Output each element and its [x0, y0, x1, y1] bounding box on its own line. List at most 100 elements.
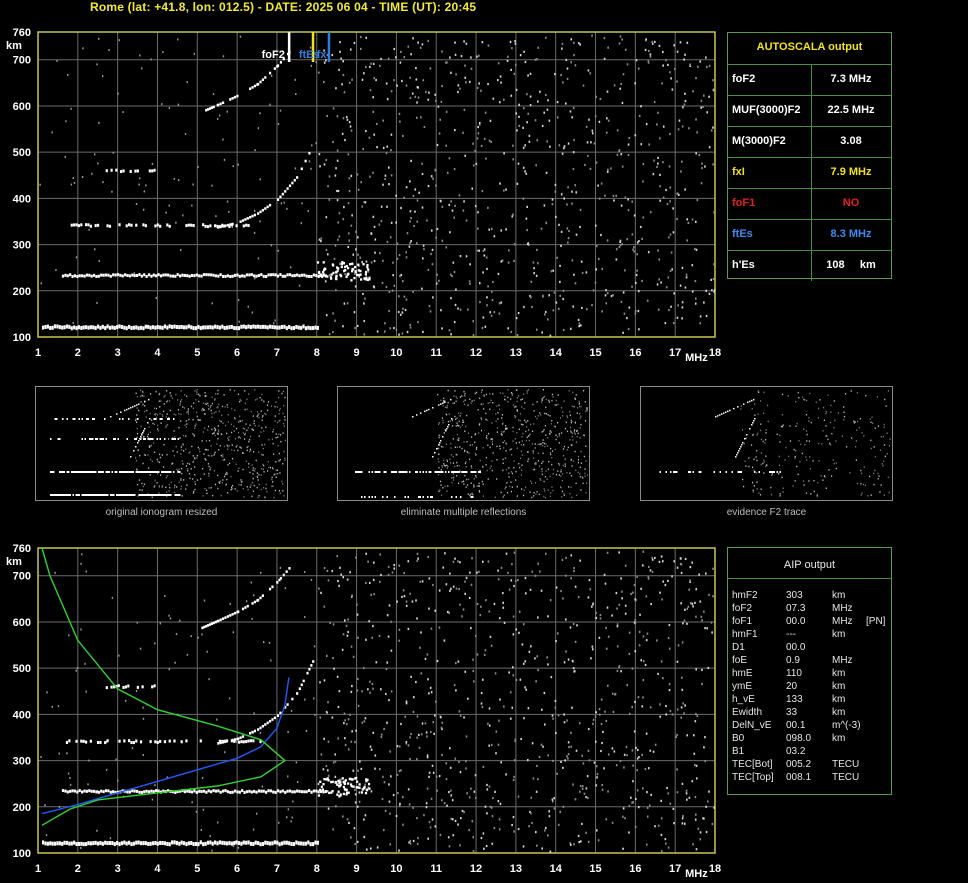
speckle [370, 62, 372, 65]
speckle [489, 119, 492, 122]
px [263, 464, 265, 467]
speckle [517, 795, 520, 798]
px [507, 396, 509, 399]
px [210, 404, 212, 407]
trace-f2-trace-x [237, 737, 240, 741]
trace-f2-trace-o [279, 61, 283, 64]
px [440, 471, 442, 473]
trace-f2-trace-x [241, 219, 245, 222]
speckle [449, 589, 451, 592]
speckle [692, 605, 694, 608]
speckle [215, 215, 217, 218]
speckle [673, 44, 676, 47]
speckle [676, 660, 679, 663]
px [503, 430, 505, 432]
px [825, 412, 827, 415]
speckle [372, 96, 374, 99]
px [259, 396, 261, 399]
px [185, 465, 188, 467]
px [361, 471, 363, 473]
trace-f-echo-230 [200, 274, 203, 278]
px [401, 471, 403, 473]
px [101, 494, 103, 496]
trace-cluster [335, 275, 338, 278]
px [536, 491, 538, 493]
px [886, 452, 888, 455]
speckle [597, 184, 599, 187]
px [160, 474, 162, 476]
speckle [566, 67, 569, 70]
px [275, 436, 277, 439]
speckle [342, 815, 344, 818]
px [261, 399, 263, 401]
speckle [482, 249, 485, 253]
speckle [620, 577, 622, 580]
trace-3rd-hop [141, 685, 144, 689]
px [499, 392, 501, 394]
speckle [421, 722, 424, 725]
speckle [434, 825, 437, 828]
px [179, 402, 181, 405]
px [463, 400, 465, 403]
speckle [255, 812, 258, 815]
speckle [672, 807, 675, 811]
speckle [667, 276, 670, 279]
speckle [353, 827, 356, 830]
speckle [526, 205, 528, 208]
speckle [342, 73, 345, 77]
px [148, 398, 150, 401]
px [258, 416, 260, 419]
trace-es [259, 842, 262, 847]
px [460, 412, 462, 414]
px [210, 445, 212, 447]
speckle [426, 653, 429, 656]
px [455, 496, 457, 498]
px [219, 445, 221, 447]
speckle [327, 807, 330, 810]
speckle [364, 814, 367, 817]
trace-f-echo-230 [135, 789, 139, 793]
px [264, 412, 266, 415]
px [62, 418, 64, 420]
px [579, 437, 581, 439]
px [174, 486, 176, 489]
speckle [647, 565, 650, 569]
trace-f2-trace-o [288, 567, 291, 570]
px [150, 445, 152, 447]
speckle [511, 823, 513, 827]
speckle [581, 822, 583, 826]
trace-es [304, 841, 308, 846]
px [447, 485, 449, 487]
speckle [154, 642, 156, 645]
speckle [493, 311, 496, 314]
px [445, 430, 447, 432]
speckle [642, 635, 645, 638]
speckle [691, 602, 694, 605]
trace-f-echo-230 [262, 274, 265, 278]
speckle [565, 102, 567, 105]
speckle [362, 666, 365, 670]
speckle [179, 619, 181, 622]
px [570, 426, 572, 429]
px [182, 450, 185, 452]
px [168, 438, 170, 440]
px [515, 415, 517, 418]
px [261, 393, 263, 396]
trace-f2-trace-x [231, 738, 234, 742]
trace-2nd-hop [199, 739, 202, 743]
speckle [557, 714, 560, 717]
speckle [290, 709, 293, 712]
px [806, 440, 808, 442]
speckle [662, 677, 664, 680]
trace-cluster [363, 785, 366, 789]
px [59, 471, 61, 473]
speckle [412, 839, 415, 843]
speckle [713, 290, 715, 293]
px [551, 420, 553, 422]
speckle [601, 788, 604, 791]
speckle [661, 598, 663, 601]
px [166, 400, 169, 402]
px [180, 449, 183, 451]
speckle [662, 50, 664, 54]
px [541, 444, 544, 447]
